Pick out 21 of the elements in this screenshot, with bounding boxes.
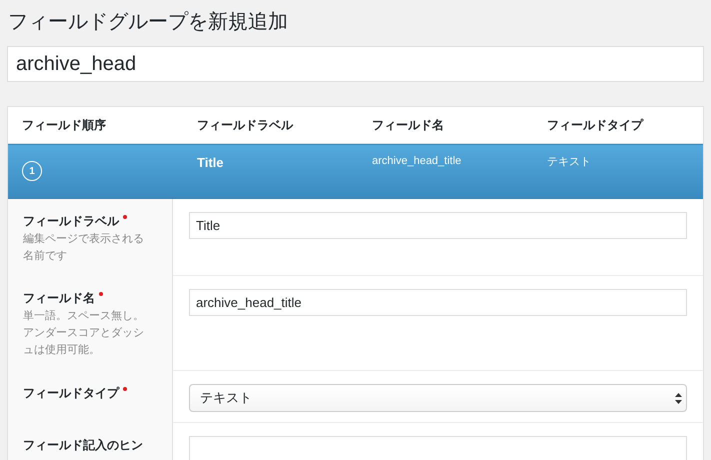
- field-setting-label: フィールド記入のヒン: [23, 437, 144, 453]
- field-setting-label: フィールド名: [23, 290, 152, 306]
- text-field[interactable]: Title: [189, 212, 687, 239]
- field-label-text: Title: [197, 155, 224, 170]
- column-header: フィールドラベル: [197, 116, 294, 134]
- column-header: フィールド順序: [22, 116, 107, 134]
- updown-icon: [675, 392, 682, 404]
- column-header: フィールドタイプ: [547, 116, 644, 134]
- field-type-text: テキスト: [547, 154, 592, 169]
- field-setting-label: フィールドラベル: [23, 213, 152, 229]
- page-heading: フィールドグループを新規追加: [8, 8, 289, 35]
- field-description: 編集ページで表示される名前です: [23, 231, 145, 264]
- group-name-field[interactable]: archive_head: [7, 46, 704, 82]
- type-select[interactable]: テキスト: [189, 384, 687, 412]
- field-description: 単一語。スペース無し。アンダースコアとダッシュは使用可能。: [23, 308, 145, 358]
- text-field[interactable]: archive_head_title: [189, 289, 687, 316]
- text-field[interactable]: [189, 436, 687, 460]
- field-name-text: archive_head_title: [372, 155, 462, 167]
- column-header: フィールド名: [372, 116, 445, 134]
- field-setting-label: フィールドタイプ: [23, 385, 152, 401]
- order-badge: 1: [22, 161, 42, 181]
